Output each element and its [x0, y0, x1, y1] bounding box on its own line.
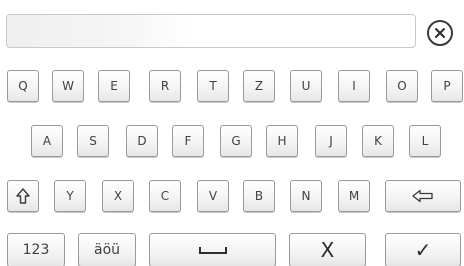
key-f[interactable]: F	[172, 125, 204, 157]
key-label: O	[397, 79, 407, 93]
key-m[interactable]: M	[338, 180, 370, 212]
key-j[interactable]: J	[315, 125, 347, 157]
umlaut-key[interactable]: äöü	[78, 233, 136, 266]
key-label: N	[301, 189, 311, 203]
key-label: äöü	[93, 242, 121, 258]
text-input[interactable]	[7, 15, 415, 47]
key-label: C	[160, 189, 170, 203]
key-k[interactable]: K	[362, 125, 394, 157]
key-label: E	[110, 79, 118, 93]
key-l[interactable]: L	[409, 125, 441, 157]
key-label: ✓	[414, 238, 432, 262]
key-label: M	[348, 189, 360, 203]
key-e[interactable]: E	[98, 70, 130, 102]
key-label: F	[184, 134, 192, 148]
key-i[interactable]: I	[338, 70, 370, 102]
key-p[interactable]: P	[431, 70, 463, 102]
key-label: 123	[22, 242, 50, 258]
key-label: H	[277, 134, 287, 148]
key-label: W	[62, 79, 74, 93]
key-label: Z	[254, 79, 264, 93]
key-label: T	[209, 79, 217, 93]
space-key[interactable]	[149, 233, 276, 266]
virtual-keyboard-screen: Q W E R T Z U I O P A S D F G H J K L Y …	[0, 0, 464, 266]
key-w[interactable]: W	[52, 70, 84, 102]
key-t[interactable]: T	[197, 70, 229, 102]
key-g[interactable]: G	[220, 125, 252, 157]
key-label: V	[208, 189, 218, 203]
shift-arrow-up-icon	[16, 188, 30, 204]
key-label: A	[42, 134, 52, 148]
shift-key[interactable]	[7, 180, 39, 212]
space-bar-icon	[198, 247, 227, 254]
key-label: B	[254, 189, 264, 203]
key-r[interactable]: R	[149, 70, 181, 102]
key-b[interactable]: B	[243, 180, 275, 212]
numbers-key[interactable]: 123	[7, 233, 65, 266]
key-label: X	[113, 189, 123, 203]
key-label: Q	[18, 79, 28, 93]
key-label: P	[443, 79, 451, 93]
key-label: R	[160, 79, 170, 93]
key-c[interactable]: C	[149, 180, 181, 212]
key-o[interactable]: O	[386, 70, 418, 102]
key-label: D	[137, 134, 147, 148]
key-label: J	[329, 134, 333, 148]
key-a[interactable]: A	[31, 125, 63, 157]
clear-input-button[interactable]	[427, 20, 453, 46]
key-x[interactable]: X	[102, 180, 134, 212]
confirm-key[interactable]: ✓	[385, 233, 461, 266]
key-label: G	[231, 134, 241, 148]
key-label: I	[352, 79, 356, 93]
key-y[interactable]: Y	[54, 180, 86, 212]
key-h[interactable]: H	[266, 125, 298, 157]
key-s[interactable]: S	[77, 125, 109, 157]
key-z[interactable]: Z	[243, 70, 275, 102]
key-label: X	[320, 238, 335, 262]
cancel-key[interactable]: X	[289, 233, 366, 266]
close-icon	[435, 28, 445, 38]
key-label: S	[89, 134, 97, 148]
key-label: Y	[66, 189, 74, 203]
key-u[interactable]: U	[290, 70, 322, 102]
key-label: K	[374, 134, 382, 148]
backspace-arrow-left-icon	[412, 189, 433, 203]
text-input-field[interactable]	[6, 14, 416, 48]
key-label: L	[421, 134, 429, 148]
key-label: U	[301, 79, 311, 93]
key-n[interactable]: N	[290, 180, 322, 212]
backspace-key[interactable]	[385, 180, 461, 212]
key-d[interactable]: D	[126, 125, 158, 157]
key-v[interactable]: V	[197, 180, 229, 212]
key-q[interactable]: Q	[7, 70, 39, 102]
